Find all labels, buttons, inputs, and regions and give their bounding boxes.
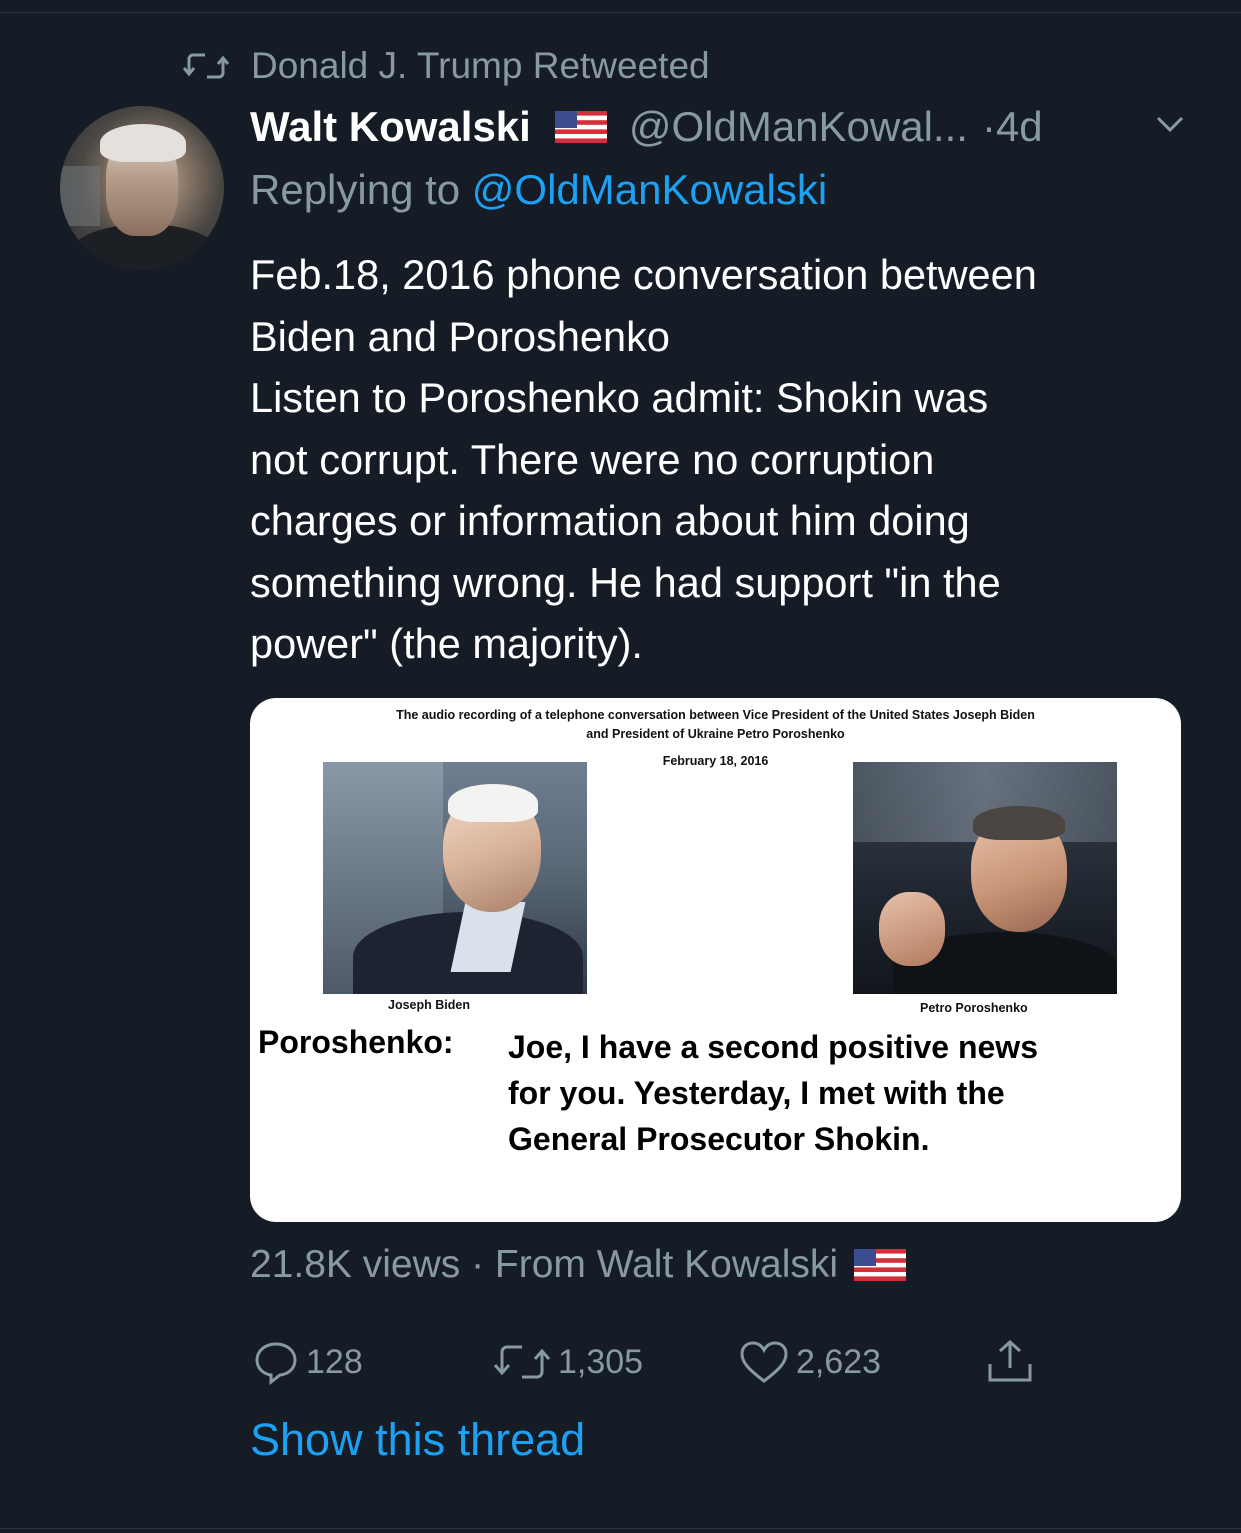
views-meta: 21.8K views · From Walt Kowalski <box>250 1240 907 1290</box>
divider-bottom <box>0 1528 1241 1529</box>
avatar[interactable] <box>60 106 224 270</box>
reply-mention-link[interactable]: @OldManKowalski <box>472 166 827 213</box>
retweet-icon <box>493 1345 551 1379</box>
tweet-line: something wrong. He had support "in the <box>250 558 1001 606</box>
retweet-count: 1,305 <box>558 1342 644 1381</box>
share-icon <box>988 1339 1032 1382</box>
divider-top <box>0 12 1241 13</box>
right-photo-label: Petro Poroshenko <box>920 1001 1028 1015</box>
tweet-line: Feb.18, 2016 phone conversation between <box>250 251 1037 298</box>
biden-photo <box>323 762 587 994</box>
author-handle[interactable]: @OldManKowal... <box>629 103 968 151</box>
poroshenko-photo <box>853 762 1117 994</box>
speaker-label: Poroshenko: <box>258 1024 454 1060</box>
retweet-indicator[interactable]: Donald J. Trump Retweeted <box>183 44 710 88</box>
flag-us-icon <box>854 1249 907 1281</box>
media-caption: The audio recording of a telephone conve… <box>396 708 1035 722</box>
tweet-line: charges or information about him doing <box>250 497 970 544</box>
timestamp[interactable]: ·4d <box>982 103 1043 151</box>
quote-line: for you. Yesterday, I met with the <box>508 1075 1005 1111</box>
flag-us-icon <box>554 111 607 143</box>
author-name[interactable]: Walt Kowalski <box>250 103 531 151</box>
tweet-text: Feb.18, 2016 phone conversation between … <box>250 244 1210 675</box>
quote-line: General Prosecutor Shokin. <box>508 1121 930 1157</box>
show-thread-link[interactable]: Show this thread <box>250 1414 585 1466</box>
share-button[interactable] <box>984 1336 1042 1388</box>
tweet-line: power" (the majority). <box>250 620 643 667</box>
media-caption: and President of Ukraine Petro Poroshenk… <box>586 727 845 741</box>
author-row[interactable]: Walt Kowalski @OldManKowal... ·4d <box>250 102 1043 152</box>
action-bar: 128 1,305 2,623 <box>252 1336 1052 1388</box>
tweet-line: not corrupt. There were no corruption <box>250 435 935 483</box>
reply-context: Replying to @OldManKowalski <box>250 166 827 214</box>
views-text: 21.8K views · From Walt Kowalski <box>250 1243 839 1286</box>
media-card[interactable]: The audio recording of a telephone conve… <box>250 698 1181 1222</box>
quote-line: Joe, I have a second positive news <box>508 1029 1038 1065</box>
chevron-down-icon[interactable] <box>1153 112 1187 136</box>
retweet-icon <box>183 53 229 79</box>
quote-text: Joe, I have a second positive news for y… <box>508 1024 1168 1162</box>
reply-prefix: Replying to <box>250 166 461 213</box>
retweet-button[interactable]: 1,305 <box>492 1336 643 1388</box>
tweet-line: Biden and Poroshenko <box>250 312 670 360</box>
like-button[interactable]: 2,623 <box>738 1336 881 1388</box>
reply-button[interactable]: 128 <box>252 1336 363 1388</box>
retweet-label: Donald J. Trump Retweeted <box>251 45 710 86</box>
left-photo-label: Joseph Biden <box>388 998 470 1012</box>
reply-count: 128 <box>306 1342 363 1381</box>
heart-icon <box>740 1341 788 1383</box>
tweet-line: Listen to Poroshenko admit: Shokin was <box>250 374 989 421</box>
reply-icon <box>255 1342 297 1386</box>
like-count: 2,623 <box>796 1342 882 1381</box>
